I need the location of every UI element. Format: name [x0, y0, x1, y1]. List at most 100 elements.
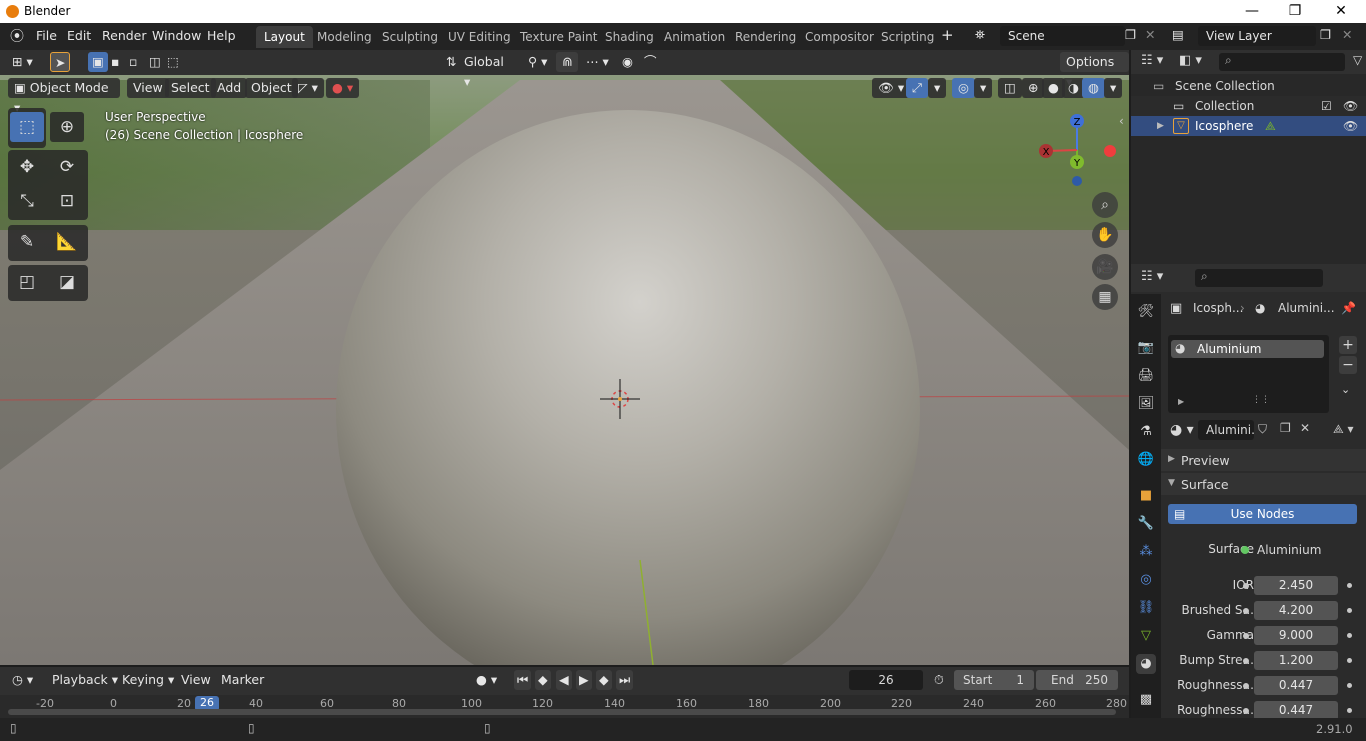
list-expand-icon[interactable]: ▶: [1178, 397, 1184, 406]
preview-range-icon[interactable]: ⏱: [928, 670, 950, 690]
fake-user-icon[interactable]: ⛉: [1258, 422, 1267, 437]
object-properties-tab-icon[interactable]: ■: [1136, 486, 1156, 506]
roughness-field-2[interactable]: 0.447: [1254, 701, 1338, 718]
mode-dropdown[interactable]: ▣ Object Mode ▾: [8, 78, 120, 115]
object-type-visibility-icon[interactable]: ● ▾: [326, 78, 360, 98]
material-browse-icon[interactable]: ◕ ▾: [1170, 422, 1194, 438]
bump-strength-field[interactable]: 1.200: [1254, 651, 1338, 670]
maximize-button[interactable]: ❐: [1272, 0, 1318, 23]
add-material-slot-button[interactable]: +: [1339, 336, 1357, 354]
next-keyframe-icon[interactable]: ◆: [596, 670, 612, 690]
annotate-tool-icon[interactable]: ✎: [10, 227, 44, 257]
tab-layout[interactable]: Layout: [256, 26, 313, 48]
start-frame-field[interactable]: Start 1: [954, 670, 1034, 690]
shading-dropdown-icon[interactable]: ▾: [1104, 78, 1123, 98]
tab-animation[interactable]: Animation: [656, 26, 733, 48]
constraint-properties-tab-icon[interactable]: ⛓: [1136, 598, 1156, 618]
overlay-dropdown-icon[interactable]: ▾: [974, 78, 993, 98]
properties-editor-type-icon[interactable]: ☷ ▾: [1141, 269, 1163, 284]
tab-sculpting[interactable]: Sculpting: [374, 26, 446, 48]
current-frame-field[interactable]: 26: [849, 670, 923, 690]
measure-tool-icon[interactable]: 📐: [50, 227, 84, 257]
outliner-filter-icon[interactable]: ▽: [1353, 53, 1362, 67]
play-icon[interactable]: ▶: [576, 670, 592, 690]
menu-view[interactable]: View: [127, 78, 169, 98]
snap-icon[interactable]: ⋒: [556, 52, 579, 72]
menu-help[interactable]: Help: [207, 28, 236, 43]
minimize-button[interactable]: —: [1229, 0, 1275, 23]
play-reverse-icon[interactable]: ◀: [556, 670, 572, 690]
tab-scripting[interactable]: Scripting: [873, 26, 942, 48]
menu-render[interactable]: Render: [102, 28, 147, 43]
scale-tool-icon[interactable]: ⤡: [10, 186, 44, 216]
select-intersect-mode-icon[interactable]: ⬚: [164, 52, 182, 72]
collection-checkbox-icon[interactable]: ☑: [1321, 96, 1332, 116]
timeline-menu-marker[interactable]: Marker: [215, 670, 270, 690]
gizmo-dropdown-icon[interactable]: ▾: [928, 78, 947, 98]
surface-panel-header[interactable]: ▼ Surface: [1161, 473, 1366, 495]
icosphere-visibility-icon[interactable]: 👁: [1343, 116, 1358, 136]
jump-start-icon[interactable]: ⏮: [514, 670, 532, 690]
view-layer-close-icon[interactable]: ✕: [1342, 27, 1352, 42]
overlay-toggle-icon[interactable]: ◎: [952, 78, 975, 98]
timeline-editor-type-icon[interactable]: ◷ ▾: [6, 670, 39, 690]
properties-search-input[interactable]: ⌕: [1195, 269, 1323, 287]
menu-edit[interactable]: Edit: [67, 28, 91, 43]
close-button[interactable]: ✕: [1318, 0, 1364, 23]
select-extend-mode-icon[interactable]: ▪: [108, 52, 122, 72]
pivot-point-icon[interactable]: ⚲ ▾: [522, 52, 553, 72]
move-tool-icon[interactable]: ✥: [10, 152, 44, 182]
ortho-grid-icon[interactable]: ▦: [1092, 284, 1118, 310]
pan-hand-icon[interactable]: ✋: [1092, 222, 1118, 248]
timeline-scrollbar[interactable]: [8, 709, 1116, 715]
navigation-gizmo[interactable]: Z Y X: [1035, 110, 1125, 190]
unlink-material-icon[interactable]: ✕: [1300, 421, 1310, 435]
gamma-field[interactable]: 9.000: [1254, 626, 1338, 645]
mesh-data-icon[interactable]: ⟁: [1265, 116, 1276, 136]
camera-view-icon[interactable]: 🎥: [1092, 254, 1118, 280]
scene-close-icon[interactable]: ✕: [1145, 27, 1155, 42]
timeline-ruler[interactable]: -20 0 20 26 40 60 80 100 120 140 160 180…: [0, 695, 1129, 718]
tab-texture-paint[interactable]: Texture Paint: [512, 26, 605, 48]
list-resize-handle-icon[interactable]: ⋮⋮: [1252, 395, 1270, 405]
brushed-scale-field[interactable]: 4.200: [1254, 601, 1338, 620]
end-frame-field[interactable]: End 250: [1036, 670, 1118, 690]
tool-properties-tab-icon[interactable]: 🛠: [1136, 302, 1156, 322]
prev-keyframe-icon[interactable]: ◆: [535, 670, 551, 690]
3d-viewport[interactable]: [0, 50, 1129, 665]
tab-uv-editing[interactable]: UV Editing: [440, 26, 519, 48]
keyframe-dot-icon[interactable]: [1347, 633, 1352, 638]
add-cube-tool-icon[interactable]: ◰: [10, 267, 44, 297]
menu-window[interactable]: Window: [152, 28, 201, 43]
tab-rendering[interactable]: Rendering: [727, 26, 804, 48]
texture-properties-tab-icon[interactable]: ▩: [1136, 690, 1156, 710]
scene-field[interactable]: Scene: [1000, 26, 1125, 46]
view-layer-properties-tab-icon[interactable]: 🖼: [1136, 394, 1156, 414]
snap-increment-icon[interactable]: ⋯ ▾: [580, 52, 615, 72]
blender-menu-icon[interactable]: ⦿: [10, 26, 24, 46]
physics-properties-tab-icon[interactable]: ◎: [1136, 570, 1156, 590]
render-properties-tab-icon[interactable]: 📷: [1136, 338, 1156, 358]
timeline-menu-view[interactable]: View: [175, 670, 217, 690]
rotate-tool-icon[interactable]: ⟳: [50, 152, 84, 182]
slot-specials-icon[interactable]: ⌄: [1341, 383, 1350, 396]
gizmo-toggle-icon[interactable]: ⤢: [906, 78, 929, 98]
data-properties-tab-icon[interactable]: ▽: [1136, 626, 1156, 646]
proportional-edit-icon[interactable]: ◉: [616, 52, 639, 72]
tab-shading[interactable]: Shading: [597, 26, 662, 48]
expand-arrow-icon[interactable]: ▶: [1157, 116, 1164, 136]
proportional-falloff-icon[interactable]: ⌒: [638, 52, 663, 72]
output-properties-tab-icon[interactable]: 🖨: [1136, 366, 1156, 386]
transform-affect-icon[interactable]: ◸ ▾: [292, 78, 324, 98]
menu-file[interactable]: File: [36, 28, 57, 43]
view-layer-field[interactable]: View Layer: [1198, 26, 1316, 46]
collection-visibility-icon[interactable]: 👁: [1343, 96, 1358, 116]
outliner-display-mode-icon[interactable]: ◧ ▾: [1179, 53, 1202, 68]
rendered-shading-icon[interactable]: ◍: [1082, 78, 1105, 98]
modifier-properties-tab-icon[interactable]: 🔧: [1136, 514, 1156, 534]
ior-field[interactable]: 2.450: [1254, 576, 1338, 595]
outliner-editor-type-icon[interactable]: ☷ ▾: [1141, 53, 1163, 68]
editor-type-icon[interactable]: ⊞ ▾: [6, 52, 39, 72]
keyframe-dot-icon[interactable]: [1347, 583, 1352, 588]
tab-compositor[interactable]: Compositor: [797, 26, 882, 48]
